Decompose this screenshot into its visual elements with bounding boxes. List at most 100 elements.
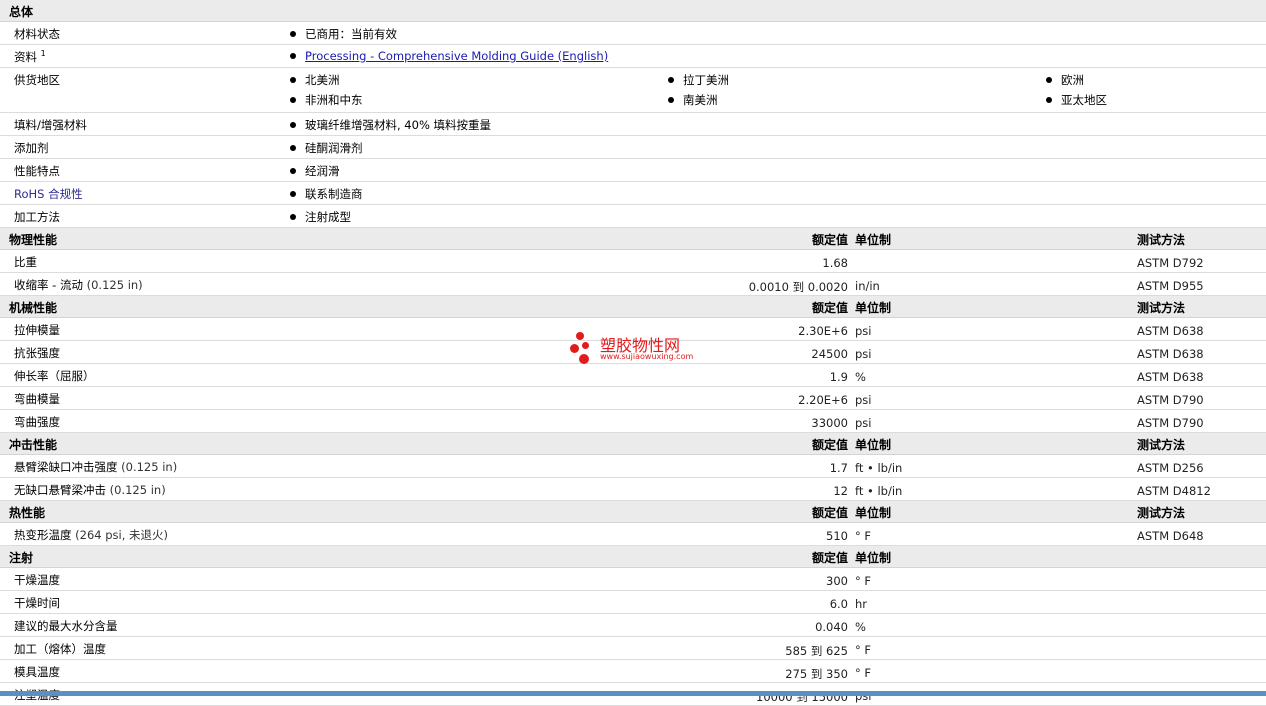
bullet-icon — [290, 167, 296, 174]
row-unit: ° F — [855, 529, 872, 543]
row-label: 资料 — [14, 50, 37, 64]
bullet-icon — [1046, 76, 1052, 83]
section-title: 总体 — [9, 5, 34, 19]
row-unit: psi — [855, 324, 872, 338]
row-test-method: ASTM D792 — [1137, 256, 1204, 270]
row-label: 性能特点 — [14, 164, 60, 178]
row-value: 1.9 — [829, 370, 848, 384]
row-value: 6.0 — [829, 597, 848, 611]
section-mechanical-header: 机械性能 额定值 单位制 测试方法 — [0, 296, 1266, 318]
bottom-scroll-bar[interactable] — [0, 691, 1266, 696]
column-header-unit: 单位制 — [855, 301, 892, 315]
bullet-icon — [290, 96, 296, 103]
row-value: 2.20E+6 — [798, 393, 848, 407]
column-header-rated: 额定值 — [811, 233, 848, 247]
row-unit: in/in — [855, 279, 880, 293]
bullet-icon — [1046, 96, 1052, 103]
bullet-icon — [290, 76, 296, 83]
row-label: 弯曲模量 — [14, 392, 60, 406]
row-value: 硅酮润滑剂 — [305, 141, 363, 155]
section-title: 机械性能 — [9, 301, 58, 315]
row-value: 12 — [833, 484, 848, 498]
section-title: 热性能 — [9, 506, 46, 520]
row-value: 300 — [826, 574, 848, 588]
table-row: 比重 1.68 ASTM D792 — [0, 250, 1266, 273]
row-label: 填料/增强材料 — [14, 118, 87, 132]
row-label: 干燥温度 — [14, 573, 60, 587]
row-test-method: ASTM D638 — [1137, 370, 1204, 384]
row-value: 24500 — [811, 347, 848, 361]
row-label: 供货地区 — [14, 73, 60, 87]
row-label: 干燥时间 — [14, 596, 60, 610]
row-unit: ° F — [855, 574, 872, 588]
row-label: 添加剂 — [14, 141, 49, 155]
row-label: 收缩率 - 流动 — [14, 278, 83, 292]
bullet-icon — [668, 76, 674, 83]
column-header-test: 测试方法 — [1137, 438, 1186, 452]
row-test-method: ASTM D256 — [1137, 461, 1204, 475]
bullet-icon — [290, 190, 296, 197]
column-header-rated: 额定值 — [811, 506, 848, 520]
row-label: 比重 — [14, 255, 37, 269]
row-label: 弯曲强度 — [14, 415, 60, 429]
region-item: 北美洲 — [305, 73, 340, 87]
section-impact-header: 冲击性能 额定值 单位制 测试方法 — [0, 433, 1266, 455]
row-test-method: ASTM D638 — [1137, 324, 1204, 338]
footnote-marker: 1 — [40, 49, 46, 59]
row-label: 伸长率（屈服） — [14, 369, 95, 383]
section-physical-header: 物理性能 额定值 单位制 测试方法 — [0, 228, 1266, 250]
table-row: 性能特点 经润滑 — [0, 159, 1266, 182]
table-row: 建议的最大水分含量 0.040 % — [0, 614, 1266, 637]
row-unit: ft • lb/in — [855, 461, 903, 475]
row-label: 无缺口悬臂梁冲击 — [14, 483, 106, 497]
table-row: 热变形温度 (264 psi, 未退火) 510 ° F ASTM D648 — [0, 523, 1266, 546]
logo-dot-icon — [582, 342, 589, 349]
row-value: 585 到 625 — [785, 644, 848, 658]
row-label: RoHS 合规性 — [14, 187, 83, 201]
row-value: 510 — [826, 529, 848, 543]
row-unit: ° F — [855, 643, 872, 657]
row-value: 2.30E+6 — [798, 324, 848, 338]
row-value: 1.68 — [822, 256, 848, 270]
row-label: 材料状态 — [14, 27, 60, 41]
row-condition: (0.125 in) — [86, 278, 143, 292]
row-unit: ft • lb/in — [855, 484, 903, 498]
region-item: 亚太地区 — [1061, 93, 1107, 107]
column-header-test: 测试方法 — [1137, 506, 1186, 520]
row-label: 热变形温度 — [14, 528, 72, 542]
row-unit: psi — [855, 416, 872, 430]
row-test-method: ASTM D790 — [1137, 416, 1204, 430]
bullet-icon — [290, 52, 296, 59]
table-row: 填料/增强材料 玻璃纤维增强材料, 40% 填料按重量 — [0, 113, 1266, 136]
table-row: 添加剂 硅酮润滑剂 — [0, 136, 1266, 159]
table-row: 加工（熔体）温度 585 到 625 ° F — [0, 637, 1266, 660]
row-unit: ° F — [855, 666, 872, 680]
table-row: 加工方法 注射成型 — [0, 205, 1266, 228]
row-test-method: ASTM D790 — [1137, 393, 1204, 407]
column-header-unit: 单位制 — [855, 551, 892, 565]
bullet-icon — [290, 121, 296, 128]
table-row: 弯曲强度 33000 psi ASTM D790 — [0, 410, 1266, 433]
bullet-icon — [290, 213, 296, 220]
table-row: 悬臂梁缺口冲击强度 (0.125 in) 1.7 ft • lb/in ASTM… — [0, 455, 1266, 478]
section-injection-header: 注射 额定值 单位制 — [0, 546, 1266, 568]
column-header-test: 测试方法 — [1137, 301, 1186, 315]
row-condition: (0.125 in) — [121, 460, 178, 474]
row-value: 275 到 350 — [785, 667, 848, 681]
molding-guide-link[interactable]: Processing - Comprehensive Molding Guide… — [305, 49, 608, 63]
row-value: 经润滑 — [305, 164, 340, 178]
row-value: 联系制造商 — [305, 187, 363, 201]
row-value: 注射成型 — [305, 210, 351, 224]
logo-dot-icon — [576, 332, 584, 340]
row-unit: % — [855, 620, 866, 634]
column-header-unit: 单位制 — [855, 233, 892, 247]
row-value: 0.040 — [815, 620, 848, 634]
logo-dot-icon — [579, 354, 589, 364]
row-test-method: ASTM D955 — [1137, 279, 1204, 293]
table-row: 干燥温度 300 ° F — [0, 568, 1266, 591]
region-item: 欧洲 — [1061, 73, 1084, 87]
row-label: 加工方法 — [14, 210, 60, 224]
row-value: 玻璃纤维增强材料, 40% 填料按重量 — [305, 118, 492, 132]
row-value: 33000 — [811, 416, 848, 430]
column-header-test: 测试方法 — [1137, 233, 1186, 247]
